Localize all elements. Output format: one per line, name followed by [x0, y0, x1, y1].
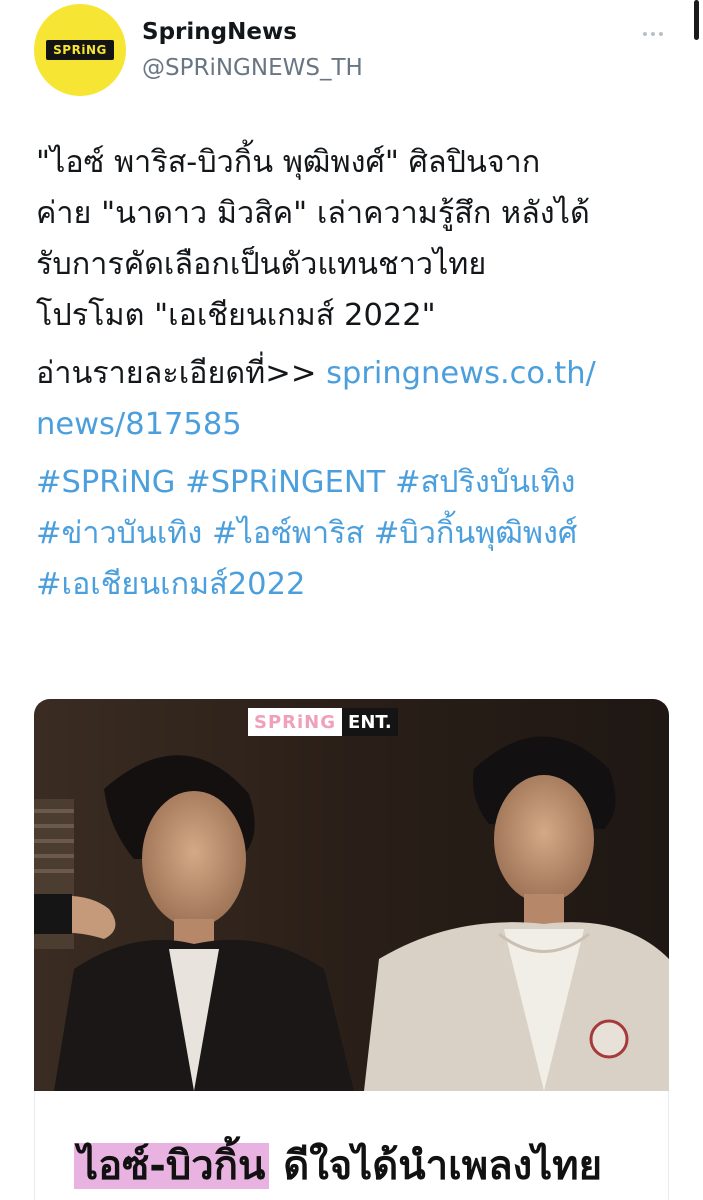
scrollbar[interactable] — [694, 0, 699, 40]
tweet-page: SPRiNG SpringNews @SPRiNGNEWS_TH "ไอซ์ พ… — [0, 0, 703, 1200]
tweet-line: ค่าย "นาดาว มิวสิค" เล่าความรู้สึก หลังไ… — [36, 196, 590, 231]
read-more-paragraph: อ่านรายละเอียดที่>> springnews.co.th/ ne… — [36, 348, 676, 450]
spring-ent-logo: SPRiNG ENT. — [248, 708, 398, 736]
hashtag-link[interactable]: #ข่าวบันเทิง — [36, 516, 202, 551]
hashtag-link[interactable]: #สปริงบันเทิง — [395, 465, 575, 500]
display-name[interactable]: SpringNews — [142, 15, 297, 49]
ent-logo-text: ENT. — [342, 708, 398, 736]
hashtag-link[interactable]: #บิวกิ้นพุฒิพงศ์ — [374, 516, 577, 551]
avatar[interactable]: SPRiNG — [34, 4, 126, 96]
tweet-paragraph: "ไอซ์ พาริส-บิวกิ้น พุฒิพงศ์" ศิลปินจาก … — [36, 137, 676, 341]
tweet-line: รับการคัดเลือกเป็นตัวแทนชาวไทย — [36, 247, 487, 282]
headline-rest: ดีใจได้นำเพลงไทย — [269, 1143, 603, 1189]
spring-logo-text: SPRiNG — [248, 708, 343, 736]
article-link[interactable]: springnews.co.th/ — [326, 356, 596, 391]
media-photo[interactable] — [34, 699, 669, 1091]
hashtag-link[interactable]: #SPRiNGENT — [185, 465, 385, 500]
avatar-logo: SPRiNG — [46, 40, 114, 60]
more-options-icon[interactable] — [643, 28, 667, 40]
photo-illustration — [34, 699, 669, 1091]
tweet-line: "ไอซ์ พาริส-บิวกิ้น พุฒิพงศ์" ศิลปินจาก — [36, 145, 541, 180]
hashtag-link[interactable]: #เอเชียนเกมส์2022 — [36, 567, 305, 602]
hashtag-link[interactable]: #SPRiNG — [36, 465, 175, 500]
media-headline: ไอซ์-บิวกิ้น ดีใจได้นำเพลงไทย — [74, 1136, 602, 1196]
tweet-line: โปรโมต "เอเชียนเกมส์ 2022" — [36, 298, 436, 333]
read-more-label: อ่านรายละเอียดที่>> — [36, 356, 327, 391]
article-link[interactable]: news/817585 — [36, 407, 242, 442]
hashtag-link[interactable]: #ไอซ์พาริส — [212, 516, 364, 551]
hashtags: #SPRiNG #SPRiNGENT #สปริงบันเทิง #ข่าวบั… — [36, 457, 676, 610]
headline-highlight: ไอซ์-บิวกิ้น — [74, 1143, 270, 1189]
tweet-text: "ไอซ์ พาริส-บิวกิ้น พุฒิพงศ์" ศิลปินจาก … — [36, 137, 676, 610]
user-handle[interactable]: @SPRiNGNEWS_TH — [142, 51, 363, 85]
